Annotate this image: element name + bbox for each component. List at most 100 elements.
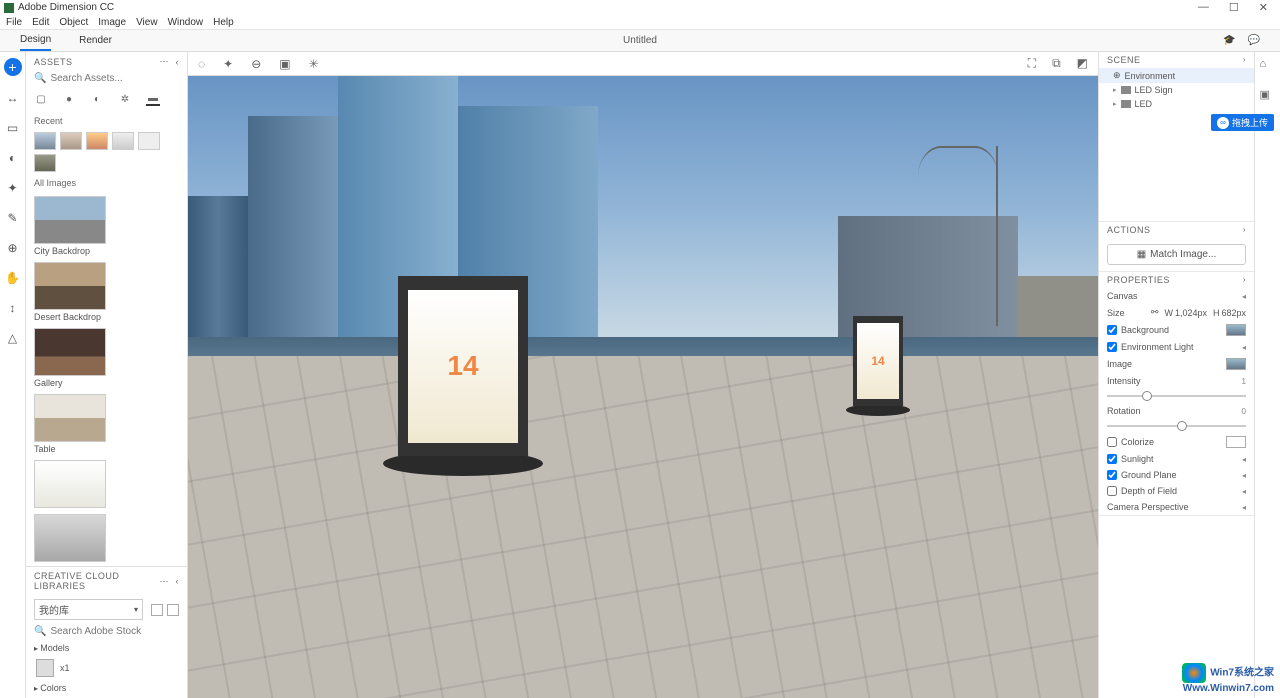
colorize-swatch[interactable] [1226,436,1246,448]
asset-card-city[interactable]: City Backdrop [34,196,106,256]
asset-card[interactable] [34,514,106,562]
add-selection-icon[interactable]: ✦ [223,57,233,71]
envlight-checkbox[interactable] [1107,342,1117,352]
recent-thumb[interactable] [34,132,56,150]
collapse-icon[interactable]: › [1243,55,1246,65]
model-swatch[interactable] [36,659,54,677]
collapse-icon[interactable]: › [1243,225,1246,235]
menu-view[interactable]: View [136,17,158,28]
filter-images-icon[interactable]: ▬ [146,92,160,106]
filter-environments-icon[interactable]: ✲ [118,92,132,106]
width-value[interactable]: 1,024px [1175,308,1207,318]
viewport[interactable]: 14 14 [188,76,1098,698]
list-view-icon[interactable] [167,604,179,616]
menu-edit[interactable]: Edit [32,17,49,28]
frame-icon[interactable]: ▣ [1260,88,1276,104]
env-image-swatch[interactable] [1226,358,1246,370]
orbit-tool[interactable]: ◐ [5,150,21,166]
collapse-icon[interactable]: ‹ [176,57,180,67]
link-icon[interactable]: ⚯ [1151,307,1159,318]
recent-thumb[interactable] [112,132,134,150]
horizon-tool[interactable]: △ [5,330,21,346]
asset-card-desert[interactable]: Desert Backdrop [34,262,106,322]
subtract-selection-icon[interactable]: ⊖ [251,57,261,71]
wand-tool[interactable]: ✦ [5,180,21,196]
filter-models-icon[interactable]: ▢ [34,92,48,106]
environment-icon: ⊕ [1113,70,1121,81]
render-preview-icon[interactable]: ✳ [309,57,319,71]
close-button[interactable]: ✕ [1259,1,1268,14]
canvas-row[interactable]: Canvas◂ [1099,288,1254,304]
asset-card-gallery[interactable]: Gallery [34,328,106,388]
menu-object[interactable]: Object [59,17,88,28]
upload-overlay-button[interactable]: ∞ 拖拽上传 [1211,114,1274,131]
led-sign-2[interactable]: 14 [853,316,903,406]
filter-materials-icon[interactable]: ● [62,92,76,106]
background-checkbox[interactable] [1107,325,1117,335]
pan-tool[interactable]: ✋ [5,270,21,286]
recent-thumb[interactable] [34,154,56,172]
rotation-value[interactable]: 0 [1242,407,1246,416]
recent-thumb[interactable] [86,132,108,150]
library-select[interactable]: 我的库 ▾ [34,599,143,620]
fullscreen-icon[interactable]: ⛶ [1028,56,1036,71]
menu-file[interactable]: File [6,17,22,28]
tab-design[interactable]: Design [20,30,51,51]
filter-lights-icon[interactable]: ◐ [90,92,104,106]
scene-item-led2[interactable]: ▸ LED [1099,97,1254,111]
maximize-button[interactable]: ☐ [1229,1,1239,14]
dof-checkbox[interactable] [1107,486,1117,496]
recent-thumb[interactable] [60,132,82,150]
minimize-button[interactable]: — [1198,1,1209,14]
select-tool[interactable]: ▭ [5,120,21,136]
grid-view-icon[interactable] [151,604,163,616]
scene-environment[interactable]: ⊕ Environment [1099,68,1254,83]
ground-checkbox[interactable] [1107,470,1117,480]
menu-help[interactable]: Help [213,17,234,28]
models-section[interactable]: Models [26,639,187,657]
move-tool[interactable]: ↔ [5,90,21,106]
tab-render[interactable]: Render [79,31,112,50]
dolly-tool[interactable]: ↕ [5,300,21,316]
intensity-value[interactable]: 1 [1242,377,1246,386]
collapse-icon[interactable]: › [1243,275,1246,285]
recent-thumb[interactable] [138,132,160,150]
match-image-button[interactable]: ▦ Match Image... [1107,244,1246,265]
home-view-icon[interactable]: ⌂ [1260,58,1276,74]
asset-label: Table [34,442,106,454]
colors-section[interactable]: Colors [26,679,187,697]
stock-search-input[interactable] [50,626,182,637]
sampler-tool[interactable]: ✎ [5,210,21,226]
lamp-decor [878,146,998,326]
asset-card[interactable] [34,460,106,508]
assets-search-input[interactable] [50,73,182,84]
asset-card-table[interactable]: Table [34,394,106,454]
camera-bookmark-icon[interactable]: ▣ [279,57,290,71]
camera-icon[interactable]: ⧉ [1052,56,1061,71]
add-tool[interactable]: + [4,58,22,76]
render-settings-icon[interactable]: ◩ [1077,56,1088,71]
asset-label: Gallery [34,376,106,388]
led-sign-1[interactable]: 14 [398,276,528,456]
marquee-icon[interactable]: ◌ [198,57,205,71]
match-image-label: Match Image... [1150,249,1216,260]
rotation-slider[interactable] [1107,425,1246,427]
libs-menu-icon[interactable]: ⋯ [160,576,170,587]
zoom-tool[interactable]: ⊕ [5,240,21,256]
upload-label: 拖拽上传 [1232,116,1268,129]
scene-item-label: LED [1135,99,1153,109]
canvas-area: ◌ ✦ ⊖ ▣ ✳ ⛶ ⧉ ◩ 14 14 [188,52,1098,698]
feedback-icon[interactable]: 💬 [1248,35,1260,46]
watermark: Win7系统之家 Www.Winwin7.com [1182,663,1274,694]
height-value[interactable]: 682px [1221,308,1246,318]
menu-window[interactable]: Window [168,17,204,28]
menu-image[interactable]: Image [98,17,126,28]
assets-menu-icon[interactable]: ⋯ [160,56,170,67]
scene-item-led1[interactable]: ▸ LED Sign [1099,83,1254,97]
colorize-checkbox[interactable] [1107,437,1117,447]
learn-icon[interactable]: 🎓 [1223,35,1235,46]
sunlight-checkbox[interactable] [1107,454,1117,464]
background-swatch[interactable] [1226,324,1246,336]
intensity-slider[interactable] [1107,395,1246,397]
collapse-icon[interactable]: ‹ [176,576,180,586]
